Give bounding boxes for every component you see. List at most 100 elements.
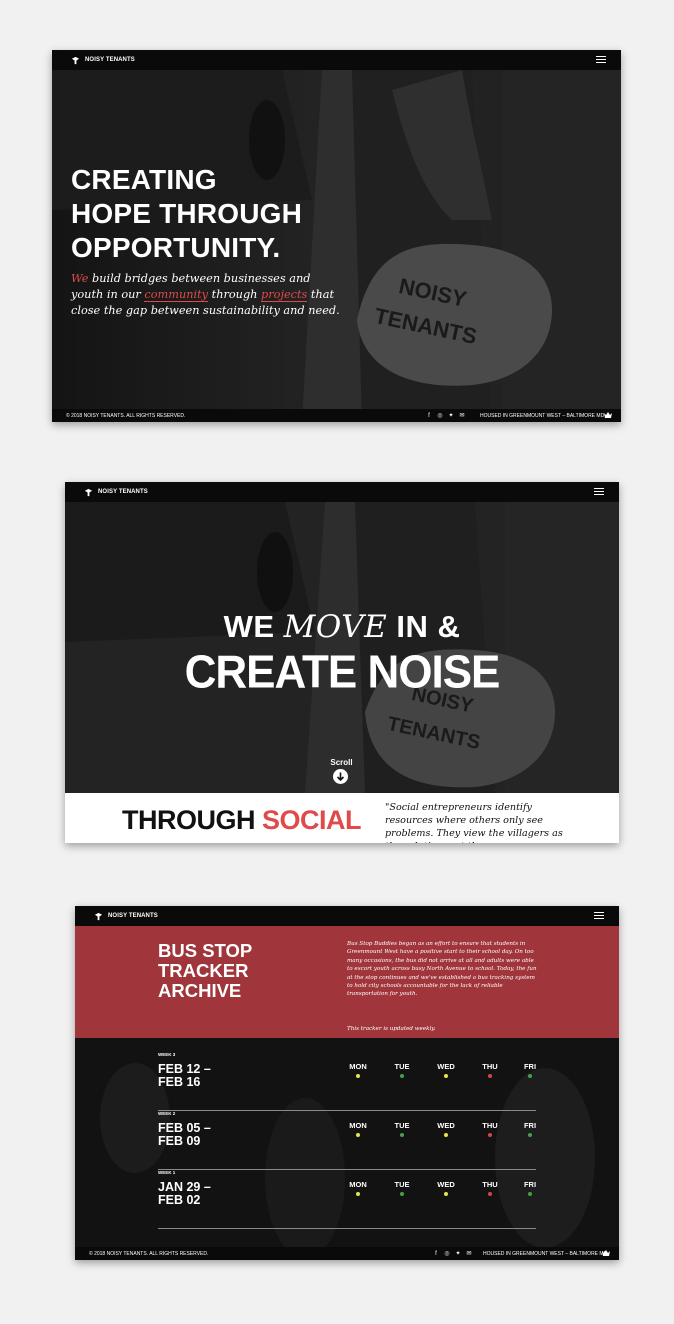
- weeks-list: WEEK 3 FEB 12 – FEB 16 MON TUE WED THU FRI WEEK …: [158, 1052, 536, 1229]
- status-dot-icon: [356, 1133, 360, 1137]
- day-status: MON: [346, 1180, 370, 1196]
- headline-we: WE: [223, 609, 284, 644]
- week-row: WEEK 1 JAN 29 – FEB 02 MON TUE WED THU FRI: [158, 1170, 536, 1229]
- top-navigation-bar: NOISY TENANTS: [75, 906, 619, 926]
- brand-name: NOISY TENANTS: [98, 489, 148, 495]
- day-status: TUE: [390, 1180, 414, 1196]
- day-status: MON: [346, 1062, 370, 1078]
- status-dot-icon: [488, 1192, 492, 1196]
- logo[interactable]: NOISY TENANTS: [94, 912, 158, 921]
- tracker-update-note: This tracker is updated weekly.: [347, 1026, 436, 1032]
- day-label: MON: [349, 1062, 367, 1071]
- logo[interactable]: NOISY TENANTS: [71, 56, 135, 65]
- week-dates: FEB 05 – FEB 09: [158, 1122, 211, 1148]
- community-link[interactable]: community: [144, 288, 209, 302]
- instagram-icon[interactable]: ◎: [437, 413, 443, 419]
- we-highlight: We: [71, 272, 89, 285]
- tracker-intro-panel: BUS STOP TRACKER ARCHIVE Bus Stop Buddie…: [75, 926, 619, 1038]
- scroll-label[interactable]: Scroll: [329, 758, 354, 767]
- footer-bar: © 2018 NOISY TENANTS. ALL RIGHTS RESERVE…: [75, 1247, 619, 1260]
- hero-title-line: CREATING: [71, 164, 217, 195]
- day-label: MON: [349, 1180, 367, 1189]
- day-label: TUE: [394, 1062, 410, 1071]
- status-dot-icon: [528, 1192, 532, 1196]
- day-status: MON: [346, 1121, 370, 1137]
- status-dot-icon: [400, 1192, 404, 1196]
- mail-icon[interactable]: ✉: [466, 1251, 472, 1257]
- top-navigation-bar: NOISY TENANTS: [65, 482, 619, 502]
- bird-logo-icon: [71, 56, 80, 64]
- day-label: FRI: [523, 1121, 537, 1130]
- day-status: WED: [434, 1121, 458, 1137]
- day-label: THU: [482, 1180, 498, 1189]
- day-status: FRI: [518, 1062, 542, 1078]
- tracker-card: NOISY TENANTS BUS STOP TRACKER ARCHIVE B…: [75, 906, 619, 1260]
- social-section: THROUGH SOCIAL "Social entrepreneurs ide…: [65, 793, 619, 843]
- day-status: FRI: [518, 1121, 542, 1137]
- brand-name: NOISY TENANTS: [85, 57, 135, 63]
- hero-card: NOISY TENANTS NOISY TENANTS CREATING HOP…: [52, 50, 621, 422]
- tracker-title-line: BUS STOP: [158, 940, 253, 961]
- facebook-icon[interactable]: f: [426, 413, 432, 419]
- day-status: TUE: [390, 1062, 414, 1078]
- twitter-icon[interactable]: ✦: [455, 1251, 461, 1257]
- week-row: WEEK 2 FEB 05 – FEB 09 MON TUE WED THU FRI: [158, 1111, 536, 1170]
- tracker-title: BUS STOP TRACKER ARCHIVE: [158, 941, 252, 1001]
- hero-title-line: HOPE THROUGH: [71, 198, 303, 229]
- create-noise-wordmark: CREATE NOISE: [184, 646, 501, 699]
- headline-in: IN &: [387, 609, 461, 644]
- copyright-text: © 2018 NOISY TENANTS. ALL RIGHTS RESERVE…: [66, 412, 186, 419]
- status-dot-icon: [488, 1074, 492, 1078]
- instagram-icon[interactable]: ◎: [444, 1251, 450, 1257]
- copyright-text: © 2018 NOISY TENANTS. ALL RIGHTS RESERVE…: [89, 1250, 209, 1257]
- status-dot-icon: [488, 1133, 492, 1137]
- status-dot-icon: [400, 1074, 404, 1078]
- hero-subtitle-text: through: [208, 288, 262, 301]
- manifesto-headline: WE MOVE IN &: [65, 609, 619, 645]
- bird-logo-icon: [84, 488, 93, 496]
- social-links: f ◎ ✦ ✉: [433, 1251, 472, 1257]
- day-status: THU: [478, 1180, 502, 1196]
- hero-title-line: OPPORTUNITY.: [71, 232, 281, 263]
- hero-title: CREATING HOPE THROUGH OPPORTUNITY.: [71, 163, 302, 265]
- day-label: WED: [437, 1180, 455, 1189]
- crown-icon: [602, 1250, 610, 1256]
- tracker-title-line: ARCHIVE: [158, 980, 242, 1001]
- social-entrepreneur-quote: "Social entrepreneurs identify resources…: [385, 802, 563, 843]
- hamburger-menu-icon[interactable]: [596, 56, 606, 64]
- hamburger-menu-icon[interactable]: [594, 488, 604, 496]
- status-dot-icon: [356, 1192, 360, 1196]
- scroll-down-button[interactable]: [333, 769, 348, 784]
- location-text: HOUSED IN GREENMOUNT WEST – BALTIMORE MD: [480, 412, 605, 419]
- status-dot-icon: [528, 1074, 532, 1078]
- day-label: THU: [482, 1062, 498, 1071]
- arrow-down-icon: [336, 772, 345, 782]
- day-label: MON: [349, 1121, 367, 1130]
- tracker-description: Bus Stop Buddies began as an effort to e…: [347, 941, 537, 998]
- twitter-icon[interactable]: ✦: [448, 413, 454, 419]
- logo[interactable]: NOISY TENANTS: [84, 488, 148, 497]
- day-status: THU: [478, 1121, 502, 1137]
- status-dot-icon: [356, 1074, 360, 1078]
- week-end-date: FEB 16: [158, 1075, 201, 1089]
- mail-icon[interactable]: ✉: [459, 413, 465, 419]
- facebook-icon[interactable]: f: [433, 1251, 439, 1257]
- day-label: THU: [482, 1121, 498, 1130]
- day-status: WED: [434, 1062, 458, 1078]
- headline-move: MOVE: [283, 609, 388, 645]
- week-dates: FEB 12 – FEB 16: [158, 1063, 211, 1089]
- hamburger-menu-icon[interactable]: [594, 912, 604, 920]
- week-label: WEEK 1: [158, 1170, 176, 1175]
- day-label: TUE: [394, 1121, 410, 1130]
- crown-icon: [604, 412, 612, 418]
- week-label: WEEK 2: [158, 1111, 176, 1116]
- social-text: SOCIAL: [262, 805, 362, 835]
- top-navigation-bar: NOISY TENANTS: [52, 50, 621, 70]
- day-status: TUE: [390, 1121, 414, 1137]
- week-end-date: FEB 09: [158, 1134, 201, 1148]
- bird-logo-icon: [94, 912, 103, 920]
- day-label: FRI: [523, 1180, 537, 1189]
- tracker-title-line: TRACKER: [158, 960, 249, 981]
- status-dot-icon: [444, 1074, 448, 1078]
- projects-link[interactable]: projects: [261, 288, 308, 302]
